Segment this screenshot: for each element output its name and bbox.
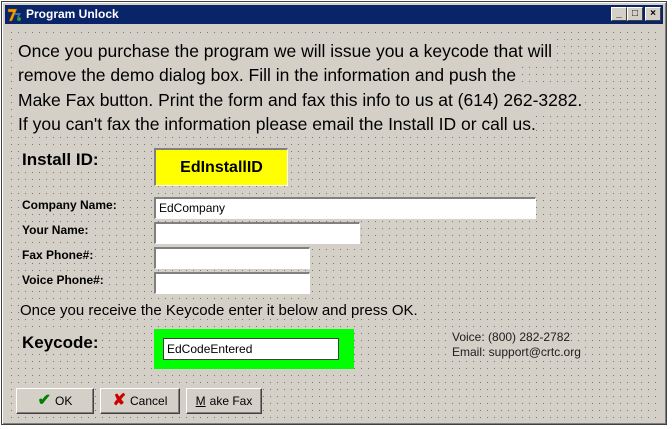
install-id-value: EdInstallID <box>154 148 288 186</box>
make-fax-button[interactable]: Make Fax <box>186 388 262 414</box>
x-mark-icon: ✘ <box>112 392 127 409</box>
maximize-button[interactable]: □ <box>627 7 643 21</box>
keycode-instruction: Once you receive the Keycode enter it be… <box>20 302 418 319</box>
make-fax-label: ake Fax <box>209 394 253 408</box>
intro-line: If you can't fax the information please … <box>18 111 536 137</box>
company-name-field[interactable]: EdCompany <box>154 197 536 219</box>
voice-phone-field[interactable] <box>154 272 310 294</box>
minimize-button[interactable]: _ <box>611 7 627 21</box>
keycode-field[interactable]: EdCodeEntered <box>163 338 339 360</box>
email-contact: Email: support@crtc.org <box>452 345 581 359</box>
fax-phone-field[interactable] <box>154 247 310 269</box>
window-controls: _ □ × <box>611 7 661 21</box>
ok-button[interactable]: ✔ OK <box>16 388 94 414</box>
cancel-label: Cancel <box>130 394 168 408</box>
ok-label: OK <box>55 394 73 408</box>
fax-phone-label: Fax Phone#: <box>20 248 96 262</box>
install-id-label: Install ID: <box>20 150 101 170</box>
intro-line: Once you purchase the program we will is… <box>18 39 553 64</box>
dialog-client-area: Once you purchase the program we will is… <box>6 27 662 422</box>
intro-line: remove the demo dialog box. Fill in the … <box>18 63 517 88</box>
company-name-label: Company Name: <box>20 198 119 212</box>
close-button[interactable]: × <box>645 7 661 21</box>
window-title: Program Unlock <box>26 7 119 21</box>
keycode-label: Keycode: <box>20 333 101 353</box>
cancel-button[interactable]: ✘ Cancel <box>100 388 180 414</box>
intro-line: Make Fax button. Print the form and fax … <box>18 87 583 112</box>
your-name-label: Your Name: <box>20 223 91 237</box>
close-icon: × <box>650 8 656 19</box>
keycode-highlight-frame: EdCodeEntered <box>154 329 354 369</box>
title-bar[interactable]: Program Unlock _ □ × <box>5 5 663 24</box>
minimize-icon: _ <box>616 8 622 19</box>
make-fax-mnemonic: M <box>195 394 206 408</box>
your-name-field[interactable] <box>154 222 360 244</box>
checkmark-icon: ✔ <box>37 392 52 409</box>
voice-phone-label: Voice Phone#: <box>20 273 106 287</box>
app-logo-icon <box>7 7 23 23</box>
voice-contact: Voice: (800) 282-2782 <box>452 330 571 344</box>
program-unlock-window: Program Unlock _ □ × Once you purchase t… <box>1 1 667 425</box>
intro-text: Once you purchase the program we will is… <box>18 39 658 137</box>
maximize-icon: □ <box>631 8 639 19</box>
